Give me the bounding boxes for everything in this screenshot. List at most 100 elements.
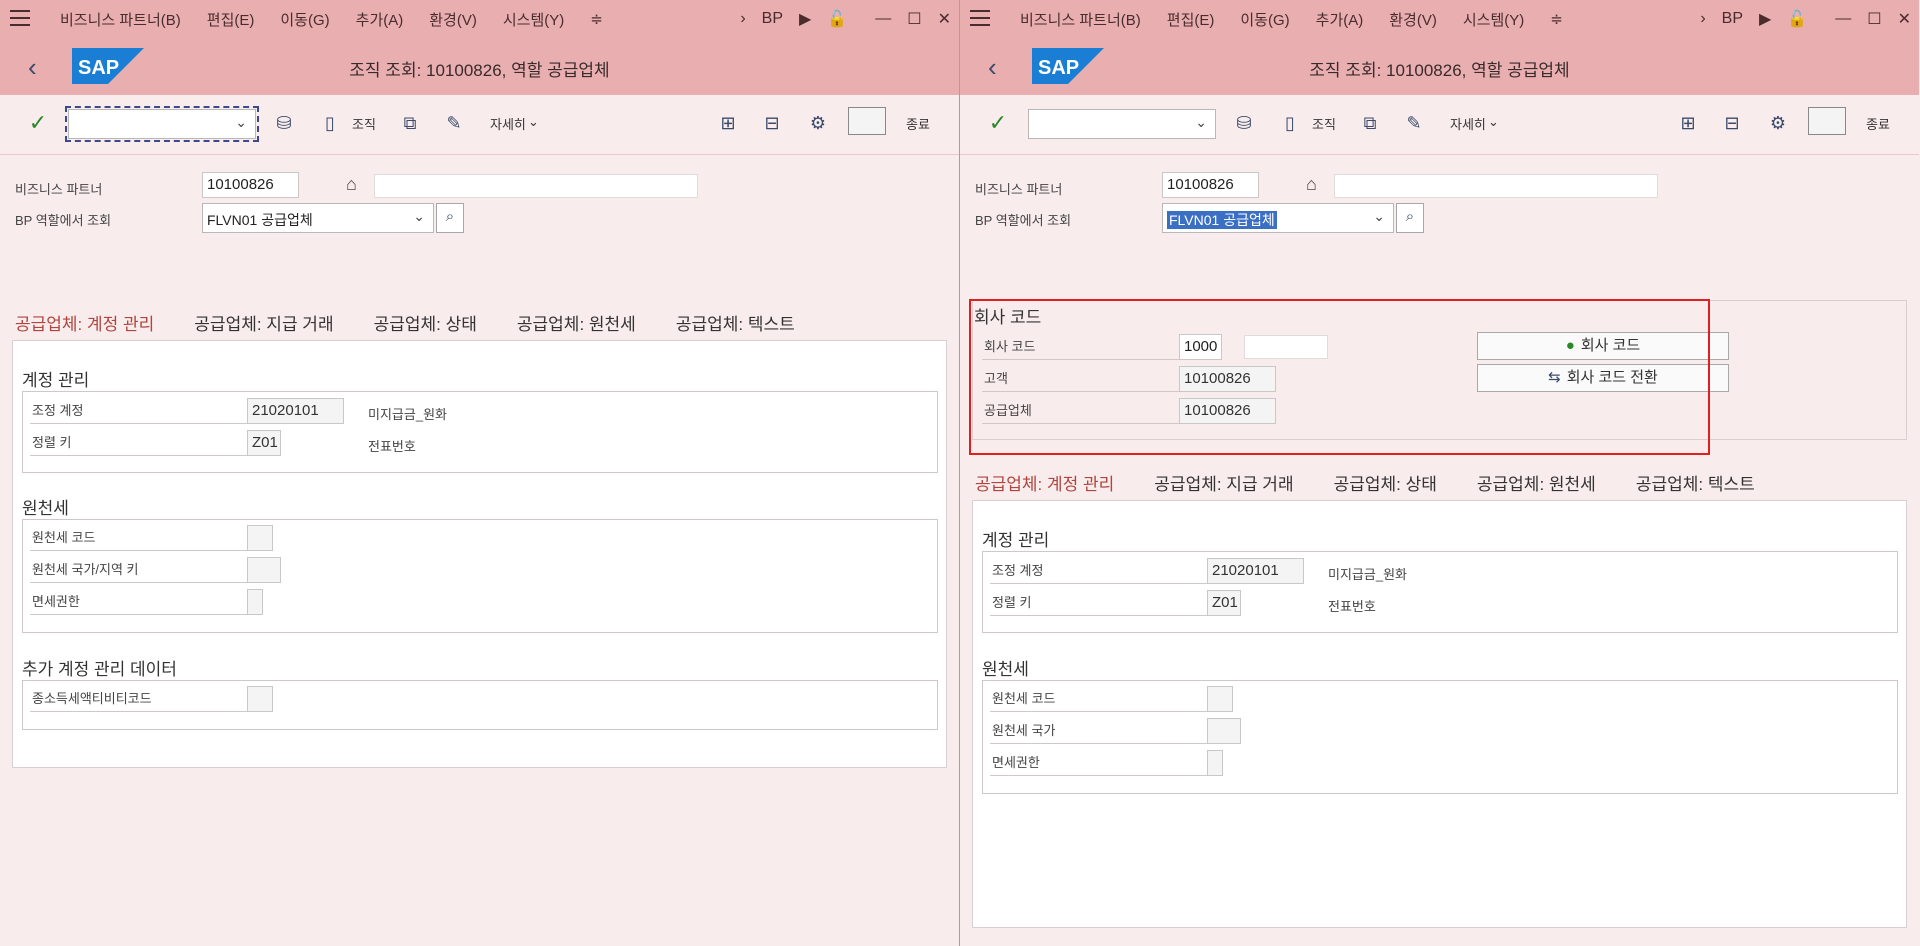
command-field[interactable]: ⌄ xyxy=(65,106,259,142)
enter-check-icon[interactable]: ✓ xyxy=(986,111,1010,135)
wht-country-field[interactable] xyxy=(247,557,281,583)
close-icon[interactable]: ✕ xyxy=(1898,9,1911,29)
sort-key-field[interactable]: Z01 xyxy=(247,430,281,456)
chevron-down-icon[interactable]: ⌄ xyxy=(235,114,247,131)
tab-withholding-tax[interactable]: 공급업체: 원천세 xyxy=(1477,470,1596,503)
new-window-icon[interactable]: ⊞ xyxy=(1676,111,1700,135)
details-chevron-icon[interactable]: ⌄ xyxy=(1488,114,1499,130)
play-icon[interactable]: ▶ xyxy=(1759,9,1771,29)
menu-item-extras[interactable]: 추가(A) xyxy=(1316,9,1364,30)
role-dropdown[interactable]: FLVN01 공급업체 ⌄ xyxy=(1162,203,1394,233)
bp-field[interactable]: 10100826 xyxy=(202,172,299,198)
document-icon[interactable]: ▯ xyxy=(1278,111,1302,135)
more-menu-icon[interactable]: ≑ xyxy=(590,10,603,28)
hamburger-menu-icon[interactable] xyxy=(10,10,30,26)
settings-gear-icon[interactable]: ⚙ xyxy=(806,111,830,135)
recon-account-desc: 미지급금_원화 xyxy=(1328,567,1407,582)
tab-withholding-tax[interactable]: 공급업체: 원천세 xyxy=(517,310,636,343)
menu-item-settings[interactable]: 환경(V) xyxy=(1389,9,1437,30)
tab-text[interactable]: 공급업체: 텍스트 xyxy=(676,310,795,343)
org-button[interactable]: 조직 xyxy=(352,114,376,133)
layout-menu-icon[interactable] xyxy=(848,107,886,135)
chevron-down-icon[interactable]: ⌄ xyxy=(1373,208,1385,225)
exemption-field[interactable] xyxy=(247,589,263,615)
minimize-icon[interactable]: — xyxy=(875,10,891,28)
bp-name-field[interactable] xyxy=(1334,174,1658,198)
bp-label: 비즈니스 파트너 xyxy=(15,182,103,197)
recon-account-field[interactable]: 21020101 xyxy=(1207,558,1304,584)
activity-code-field[interactable] xyxy=(247,686,273,712)
hamburger-menu-icon[interactable] xyxy=(970,10,990,26)
minimize-icon[interactable]: — xyxy=(1835,10,1851,28)
switch-icon[interactable]: ⧉ xyxy=(398,111,422,135)
unlock-icon[interactable]: 🔓 xyxy=(827,9,847,29)
role-dropdown[interactable]: FLVN01 공급업체 ⌄ xyxy=(202,203,434,233)
close-icon[interactable]: ✕ xyxy=(938,9,951,29)
tab-status[interactable]: 공급업체: 상태 xyxy=(1334,470,1437,503)
menu-item-edit[interactable]: 편집(E) xyxy=(207,9,255,30)
bp-field[interactable]: 10100826 xyxy=(1162,172,1259,198)
factory-icon[interactable]: ⌂ xyxy=(1306,174,1317,195)
chevron-down-icon[interactable]: ⌄ xyxy=(413,208,425,225)
exit-button[interactable]: 종료 xyxy=(1866,114,1890,133)
tab-payment-transactions[interactable]: 공급업체: 지급 거래 xyxy=(1154,470,1293,503)
maximize-icon[interactable]: ☐ xyxy=(907,9,921,29)
unlock-icon[interactable]: 🔓 xyxy=(1787,9,1807,29)
menu-item-goto[interactable]: 이동(G) xyxy=(1240,9,1289,30)
recon-account-field[interactable]: 21020101 xyxy=(247,398,344,424)
menu-item-settings[interactable]: 환경(V) xyxy=(429,9,477,30)
chevron-right-icon[interactable]: › xyxy=(1700,10,1705,28)
more-menu-icon[interactable]: ≑ xyxy=(1550,10,1563,28)
switch-icon[interactable]: ⧉ xyxy=(1358,111,1382,135)
window-icon[interactable]: ⊟ xyxy=(760,111,784,135)
org-button[interactable]: 조직 xyxy=(1312,114,1336,133)
edit-pen-icon[interactable]: ✎ xyxy=(1402,111,1426,135)
menu-item-system[interactable]: 시스템(Y) xyxy=(1463,9,1524,30)
document-icon[interactable]: ▯ xyxy=(318,111,342,135)
sort-key-field[interactable]: Z01 xyxy=(1207,590,1241,616)
tab-account-management[interactable]: 공급업체: 계정 관리 xyxy=(975,470,1115,503)
new-window-icon[interactable]: ⊞ xyxy=(716,111,740,135)
coins-icon[interactable]: ⛁ xyxy=(272,111,296,135)
details-button[interactable]: 자세히 xyxy=(1450,114,1486,133)
command-field[interactable]: ⌄ xyxy=(1028,109,1216,139)
search-button[interactable]: ⌕ xyxy=(1396,203,1424,233)
menu-item-system[interactable]: 시스템(Y) xyxy=(503,9,564,30)
play-icon[interactable]: ▶ xyxy=(799,9,811,29)
wht-country-label: 원천세 국가/지역 키 xyxy=(30,557,248,583)
exit-button[interactable]: 종료 xyxy=(906,114,930,133)
page-title: 조직 조회: 10100826, 역할 공급업체 xyxy=(349,61,610,80)
tab-account-management[interactable]: 공급업체: 계정 관리 xyxy=(15,310,155,343)
details-button[interactable]: 자세히 xyxy=(490,114,526,133)
bp-label[interactable]: BP xyxy=(762,10,783,28)
edit-pen-icon[interactable]: ✎ xyxy=(442,111,466,135)
details-chevron-icon[interactable]: ⌄ xyxy=(528,114,539,130)
maximize-icon[interactable]: ☐ xyxy=(1867,9,1881,29)
wht-code-field[interactable] xyxy=(1207,686,1233,712)
menu-item-goto[interactable]: 이동(G) xyxy=(280,9,329,30)
tab-status[interactable]: 공급업체: 상태 xyxy=(374,310,477,343)
wht-code-field[interactable] xyxy=(247,525,273,551)
left-pane: 비즈니스 파트너(B) 편집(E) 이동(G) 추가(A) 환경(V) 시스템(… xyxy=(0,0,959,946)
menu-item-edit[interactable]: 편집(E) xyxy=(1167,9,1215,30)
exemption-field[interactable] xyxy=(1207,750,1223,776)
factory-icon[interactable]: ⌂ xyxy=(346,174,357,195)
menu-item-business-partner[interactable]: 비즈니스 파트너(B) xyxy=(1020,9,1141,30)
enter-check-icon[interactable]: ✓ xyxy=(26,111,50,135)
window-icon[interactable]: ⊟ xyxy=(1720,111,1744,135)
layout-menu-icon[interactable] xyxy=(1808,107,1846,135)
bp-label[interactable]: BP xyxy=(1722,10,1743,28)
coins-icon[interactable]: ⛁ xyxy=(1232,111,1256,135)
chevron-right-icon[interactable]: › xyxy=(740,10,745,28)
title-bar: ‹ SAP 조직 조회: 10100826, 역할 공급업체 xyxy=(0,38,959,95)
tab-payment-transactions[interactable]: 공급업체: 지급 거래 xyxy=(194,310,333,343)
tab-text[interactable]: 공급업체: 텍스트 xyxy=(1636,470,1755,503)
chevron-down-icon[interactable]: ⌄ xyxy=(1195,114,1207,131)
wht-country-field[interactable] xyxy=(1207,718,1241,744)
menu-item-business-partner[interactable]: 비즈니스 파트너(B) xyxy=(60,9,181,30)
settings-gear-icon[interactable]: ⚙ xyxy=(1766,111,1790,135)
menu-item-extras[interactable]: 추가(A) xyxy=(356,9,404,30)
bp-name-field[interactable] xyxy=(374,174,698,198)
menu-bar: 비즈니스 파트너(B) 편집(E) 이동(G) 추가(A) 환경(V) 시스템(… xyxy=(960,0,1919,38)
search-button[interactable]: ⌕ xyxy=(436,203,464,233)
